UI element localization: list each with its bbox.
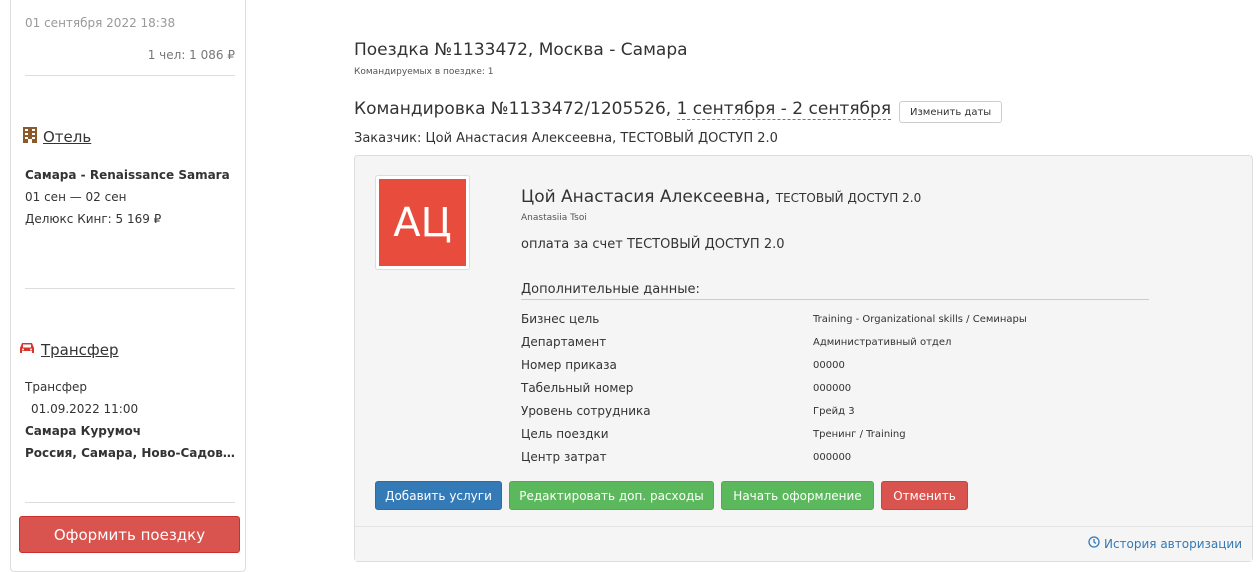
panel-footer: История авторизации — [355, 526, 1252, 561]
auth-history-label[interactable]: История авторизации — [1104, 537, 1242, 551]
field-label: Уровень сотрудника — [521, 404, 651, 418]
hotel-heading: Отель — [23, 127, 91, 147]
field-label: Табельный номер — [521, 381, 634, 395]
trip-travelers-count: Командируемых в поездке: 1 — [354, 67, 494, 77]
field-label: Центр затрат — [521, 450, 607, 464]
auth-history-link[interactable]: История авторизации — [1088, 536, 1242, 551]
edit-expenses-button[interactable]: Редактировать доп. расходы — [509, 481, 714, 510]
field-value: Грейд 3 — [813, 406, 855, 417]
mission-number: Командировка №1133472/1205526, — [354, 99, 677, 119]
mission-dates[interactable]: 1 сентября - 2 сентября — [676, 99, 892, 120]
field-label: Бизнес цель — [521, 312, 600, 326]
traveler-panel: АЦ Цой Анастасия Алексеевна, ТЕСТОВЫЙ ДО… — [354, 155, 1253, 562]
field-value: 00000 — [813, 360, 845, 371]
sidebar-divider — [25, 288, 235, 289]
change-dates-button[interactable]: Изменить даты — [899, 101, 1003, 123]
hotel-room: Делюкс Кинг: 5 169 ₽ — [25, 212, 162, 226]
hotel-link[interactable]: Отель — [43, 128, 91, 146]
start-booking-button[interactable]: Начать оформление — [721, 481, 874, 510]
cancel-button[interactable]: Отменить — [881, 481, 968, 510]
transfer-from: Самара Курумоч — [25, 424, 142, 438]
price-per-person: 1 чел: 1 086 ₽ — [147, 48, 235, 62]
avatar-initials: АЦ — [379, 179, 466, 266]
hotel-dates: 01 сен — 02 сен — [25, 190, 127, 204]
traveler-org: ТЕСТОВЫЙ ДОСТУП 2.0 — [775, 191, 922, 205]
transfer-type: Трансфер — [25, 380, 88, 394]
traveler-latin-name: Anastasiia Tsoi — [521, 213, 587, 223]
traveler-name: Цой Анастасия Алексеевна, — [521, 187, 771, 207]
field-value: Административный отдел — [813, 337, 952, 348]
transfer-link[interactable]: Трансфер — [41, 341, 119, 359]
book-trip-button[interactable]: Оформить поездку — [19, 516, 240, 553]
transfer-heading: Трансфер — [19, 341, 119, 359]
clock-icon — [1088, 536, 1100, 551]
payment-info: оплата за счет ТЕСТОВЫЙ ДОСТУП 2.0 — [521, 237, 785, 252]
field-value: 000000 — [813, 383, 852, 394]
customer-line: Заказчик: Цой Анастасия Алексеевна, ТЕСТ… — [354, 131, 778, 146]
field-value: Тренинг / Training — [813, 429, 906, 440]
trip-title: Поездка №1133472, Москва - Самара — [354, 40, 688, 60]
field-label: Цель поездки — [521, 427, 609, 441]
sidebar-divider — [25, 502, 235, 503]
field-value: 000000 — [813, 452, 852, 463]
field-label: Департамент — [521, 335, 607, 349]
sidebar: 01 сентября 2022 18:38 1 чел: 1 086 ₽ От… — [10, 0, 246, 572]
car-icon — [19, 341, 35, 359]
trip-created-date: 01 сентября 2022 18:38 — [25, 16, 176, 30]
add-services-button[interactable]: Добавить услуги — [375, 481, 502, 510]
mission-title: Командировка №1133472/1205526, 1 сентябр… — [354, 99, 892, 120]
building-icon — [23, 127, 37, 147]
transfer-to: Россия, Самара, Ново-Садовая улица — [25, 446, 235, 460]
transfer-datetime: 01.09.2022 11:00 — [31, 402, 139, 416]
hotel-name: Самара - Renaissance Samara — [25, 168, 230, 182]
extra-data-title: Дополнительные данные: — [521, 282, 1149, 300]
traveler-name-line: Цой Анастасия Алексеевна, ТЕСТОВЫЙ ДОСТУ… — [521, 187, 921, 207]
field-value: Training - Organizational skills / Семин… — [813, 314, 1027, 325]
sidebar-divider — [25, 75, 235, 76]
field-label: Номер приказа — [521, 358, 617, 372]
avatar: АЦ — [375, 175, 470, 270]
